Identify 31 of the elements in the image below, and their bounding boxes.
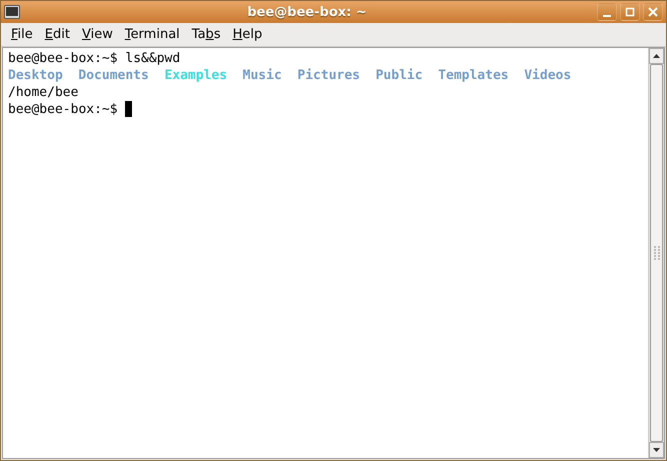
scroll-up-button[interactable] [649,48,664,64]
minimize-icon [603,15,611,17]
up-arrow-icon [653,54,660,58]
terminal-icon [4,5,20,19]
menu-item[interactable]: Terminal [118,25,186,44]
close-icon [648,7,658,17]
window-title: bee@bee-box: ~ [246,4,368,20]
terminal-line: bee@bee-box:~$ ls&&pwd [8,50,180,67]
directory-name: Documents [78,67,149,84]
directory-name: Public [376,67,423,84]
directory-name: Music [242,67,282,84]
menu-item[interactable]: View [76,25,119,44]
scrollbar-thumb[interactable] [650,64,663,442]
menu-item[interactable]: Help [226,25,268,44]
close-button[interactable] [643,3,663,21]
menu-item[interactable]: Edit [38,25,76,44]
menu-item[interactable]: File [5,25,39,44]
text-cursor [125,101,132,117]
menu-item[interactable]: Tabs [186,25,227,44]
down-arrow-icon [653,448,660,452]
directory-name: Pictures [297,67,360,84]
directory-name: Examples [164,67,228,84]
maximize-button[interactable] [620,3,640,21]
directory-name: Desktop [8,67,63,84]
directory-name: Videos [524,67,572,84]
maximize-icon [625,7,635,17]
directory-name: Templates [438,67,509,84]
terminal-line: /home/bee [8,84,78,101]
scroll-down-button[interactable] [649,442,664,458]
minimize-button[interactable] [597,3,617,21]
terminal-prompt: bee@bee-box:~$ [8,101,119,118]
